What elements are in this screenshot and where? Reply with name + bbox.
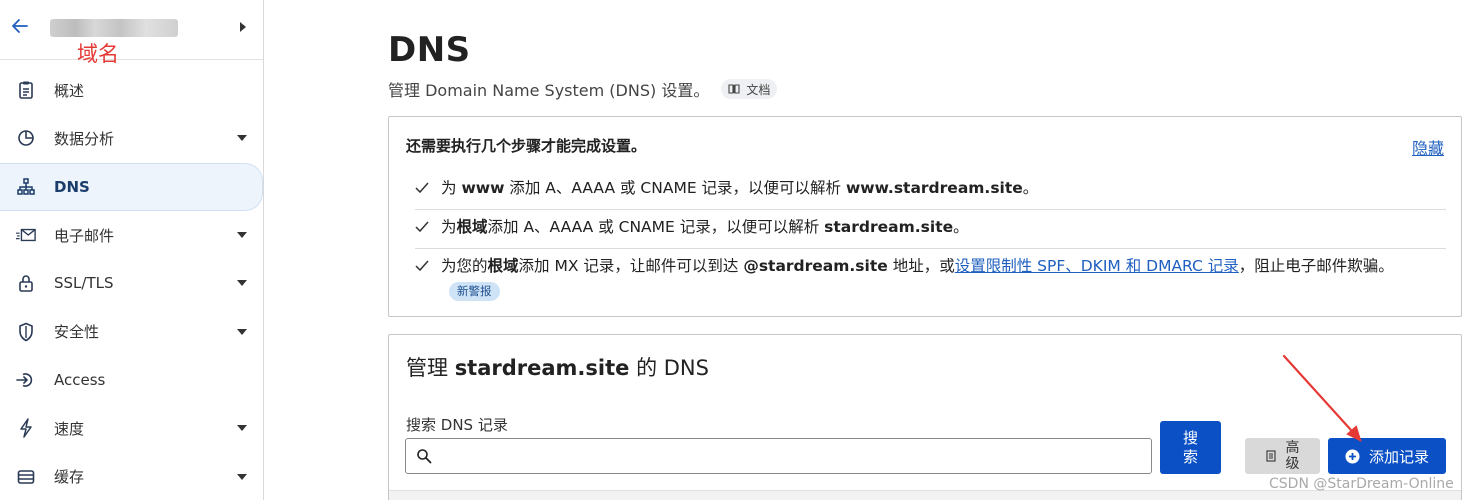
- sidebar-item-label: 缓存: [54, 468, 85, 487]
- domain-annotation: 域名: [77, 42, 119, 66]
- chevron-down-icon[interactable]: [237, 425, 247, 432]
- search-field[interactable]: [405, 438, 1152, 474]
- page-subtitle: 管理 Domain Name System (DNS) 设置。 文档: [388, 77, 778, 101]
- chevron-down-icon[interactable]: [237, 135, 247, 142]
- watermark: CSDN @StarDream-Online: [1269, 476, 1454, 492]
- check-icon: [415, 260, 429, 272]
- domain-selector[interactable]: 域名: [0, 0, 263, 66]
- lock-icon: [16, 273, 36, 293]
- access-icon: [16, 370, 36, 390]
- sitemap-icon: [16, 177, 36, 197]
- sidebar-item-analytics[interactable]: 数据分析: [0, 114, 263, 162]
- sidebar-item-label: 概述: [54, 81, 85, 100]
- sidebar-item-access[interactable]: Access: [0, 356, 263, 404]
- step-root: 为根域添加 A、AAAA 或 CNAME 记录，以便可以解析 stardream…: [415, 214, 1446, 240]
- chevron-down-icon[interactable]: [237, 280, 247, 287]
- sidebar-item-dns[interactable]: DNS: [0, 162, 263, 211]
- domain-name-redacted: [50, 19, 178, 37]
- back-arrow-icon[interactable]: [10, 16, 30, 36]
- chevron-down-icon[interactable]: [237, 232, 247, 239]
- search-button[interactable]: 搜 索: [1160, 421, 1221, 474]
- step-www: 为 www 添加 A、AAAA 或 CNAME 记录，以便可以解析 www.st…: [415, 175, 1446, 201]
- check-icon: [415, 182, 429, 194]
- email-security-link[interactable]: 设置限制性 SPF、DKIM 和 DMARC 记录: [955, 257, 1239, 275]
- docs-label: 文档: [746, 82, 771, 97]
- lightning-icon: [16, 418, 36, 438]
- sidebar-item-security[interactable]: 安全性: [0, 307, 263, 355]
- sidebar-item-ssl-tls[interactable]: SSL/TLS: [0, 259, 263, 307]
- sidebar-item-label: 电子邮件: [54, 226, 115, 245]
- new-alert-badge: 新警报: [449, 282, 500, 301]
- divider: [415, 248, 1446, 249]
- sidebar-item-label: SSL/TLS: [54, 274, 114, 293]
- search-icon: [417, 449, 432, 464]
- sidebar-item-label: 数据分析: [54, 129, 115, 148]
- plus-circle-icon: [1345, 449, 1360, 463]
- sidebar-item-label: DNS: [54, 177, 90, 196]
- book-icon: [728, 84, 740, 94]
- hide-link[interactable]: 隐藏: [1412, 135, 1444, 159]
- document-icon: [1265, 450, 1276, 462]
- add-record-button[interactable]: 添加记录: [1328, 438, 1446, 474]
- step-mx: 为您的根域添加 MX 记录，让邮件可以到达 @stardream.site 地址…: [415, 253, 1446, 305]
- chevron-down-icon[interactable]: [237, 473, 247, 480]
- sidebar-item-label: 安全性: [54, 323, 100, 342]
- sidebar-item-speed[interactable]: 速度: [0, 404, 263, 452]
- setup-steps-card: 还需要执行几个步骤才能完成设置。 隐藏 为 www 添加 A、AAAA 或 CN…: [388, 116, 1462, 317]
- storage-icon: [16, 467, 36, 487]
- check-icon: [415, 221, 429, 233]
- shield-icon: [16, 322, 36, 342]
- divider: [415, 209, 1446, 210]
- sidebar-item-overview[interactable]: 概述: [0, 66, 263, 114]
- docs-badge[interactable]: 文档: [721, 79, 778, 99]
- steps-title: 还需要执行几个步骤才能完成设置。: [406, 137, 647, 155]
- sidebar: 域名 概述 数据分析 DNS 电子邮件 SSL/TLS 安全性 Access 速…: [0, 0, 264, 500]
- caret-right-icon[interactable]: [240, 22, 246, 32]
- clipboard-icon: [16, 80, 36, 100]
- email-icon: [16, 225, 36, 245]
- sidebar-item-label: Access: [54, 370, 106, 389]
- advanced-button[interactable]: 高 级: [1245, 438, 1320, 474]
- pie-chart-icon: [16, 128, 36, 148]
- page-title: DNS: [388, 30, 471, 70]
- chevron-down-icon[interactable]: [237, 328, 247, 335]
- search-input[interactable]: [440, 443, 1140, 469]
- dns-card-title: 管理 stardream.site 的 DNS: [406, 356, 709, 380]
- sidebar-nav: 概述 数据分析 DNS 电子邮件 SSL/TLS 安全性 Access 速度 缓…: [0, 66, 263, 500]
- search-label: 搜索 DNS 记录: [406, 416, 508, 434]
- sidebar-item-email[interactable]: 电子邮件: [0, 211, 263, 259]
- main-content: DNS 管理 Domain Name System (DNS) 设置。 文档 还…: [388, 0, 1463, 500]
- subtitle-text: 管理 Domain Name System (DNS) 设置。: [388, 81, 710, 100]
- sidebar-item-caching[interactable]: 缓存: [0, 452, 263, 500]
- sidebar-item-label: 速度: [54, 419, 85, 438]
